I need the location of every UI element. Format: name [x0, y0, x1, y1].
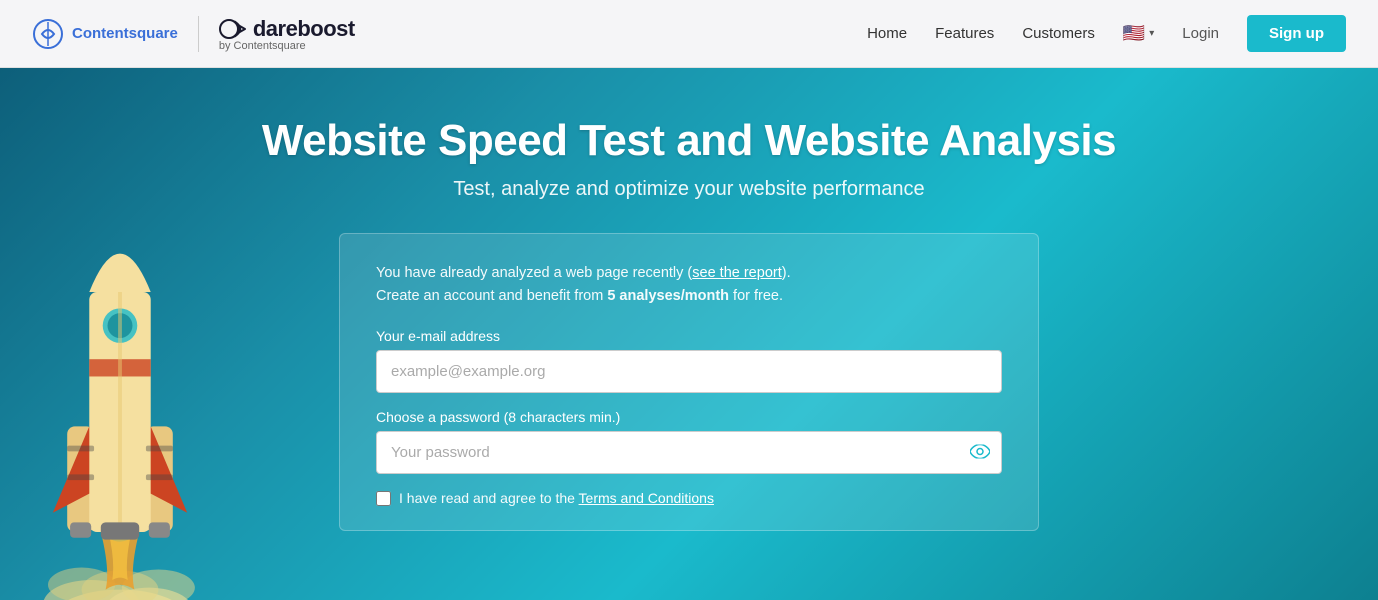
notice-text-before: You have already analyzed a web page rec… — [376, 265, 692, 281]
terms-row: I have read and agree to the Terms and C… — [376, 490, 1002, 506]
site-header: Contentsquare dareboost by Contentsquare… — [0, 0, 1378, 68]
notice-line2-suffix: for free. — [729, 288, 783, 304]
password-input[interactable] — [376, 431, 1002, 474]
contentsquare-label: Contentsquare — [72, 25, 178, 42]
signup-card: You have already analyzed a web page rec… — [339, 233, 1039, 531]
see-report-link[interactable]: see the report — [692, 265, 781, 281]
email-label: Your e-mail address — [376, 328, 1002, 344]
password-label: Choose a password (8 characters min.) — [376, 409, 1002, 425]
dareboost-icon — [219, 18, 247, 40]
chevron-down-icon: ▾ — [1149, 28, 1154, 39]
dareboost-brand: dareboost — [219, 16, 355, 42]
contentsquare-icon — [32, 18, 64, 50]
terms-prefix: I have read and agree to the — [399, 490, 579, 506]
terms-link[interactable]: Terms and Conditions — [579, 490, 714, 506]
eye-icon[interactable] — [970, 442, 990, 463]
header-divider — [198, 16, 199, 52]
email-input[interactable] — [376, 350, 1002, 393]
analyses-bold: 5 analyses/month — [607, 288, 729, 304]
terms-checkbox[interactable] — [376, 491, 391, 506]
language-selector[interactable]: 🇺🇸 ▾ — [1123, 23, 1154, 44]
nav-home[interactable]: Home — [867, 25, 907, 42]
notice-text-after: ). — [782, 265, 791, 281]
logo-area: Contentsquare dareboost by Contentsquare — [32, 16, 355, 52]
nav-login[interactable]: Login — [1182, 25, 1219, 42]
hero-title: Website Speed Test and Website Analysis — [262, 116, 1116, 166]
terms-label: I have read and agree to the Terms and C… — [399, 490, 714, 506]
nav-customers[interactable]: Customers — [1022, 25, 1095, 42]
rocket-svg — [0, 148, 240, 600]
contentsquare-logo[interactable]: Contentsquare — [32, 18, 178, 50]
dareboost-name: dareboost — [253, 16, 355, 42]
hero-subtitle: Test, analyze and optimize your website … — [453, 178, 924, 201]
flag-icon: 🇺🇸 — [1123, 23, 1145, 44]
nav-features[interactable]: Features — [935, 25, 994, 42]
hero-section: Website Speed Test and Website Analysis … — [0, 68, 1378, 600]
password-wrapper — [376, 431, 1002, 474]
notice-line2-prefix: Create an account and benefit from — [376, 288, 607, 304]
dareboost-sub: by Contentsquare — [219, 40, 306, 52]
signup-button[interactable]: Sign up — [1247, 15, 1346, 52]
card-notice: You have already analyzed a web page rec… — [376, 262, 1002, 308]
dareboost-logo: dareboost by Contentsquare — [219, 16, 355, 52]
main-nav: Home Features Customers 🇺🇸 ▾ Login Sign … — [867, 15, 1346, 52]
rocket-illustration — [0, 148, 240, 600]
